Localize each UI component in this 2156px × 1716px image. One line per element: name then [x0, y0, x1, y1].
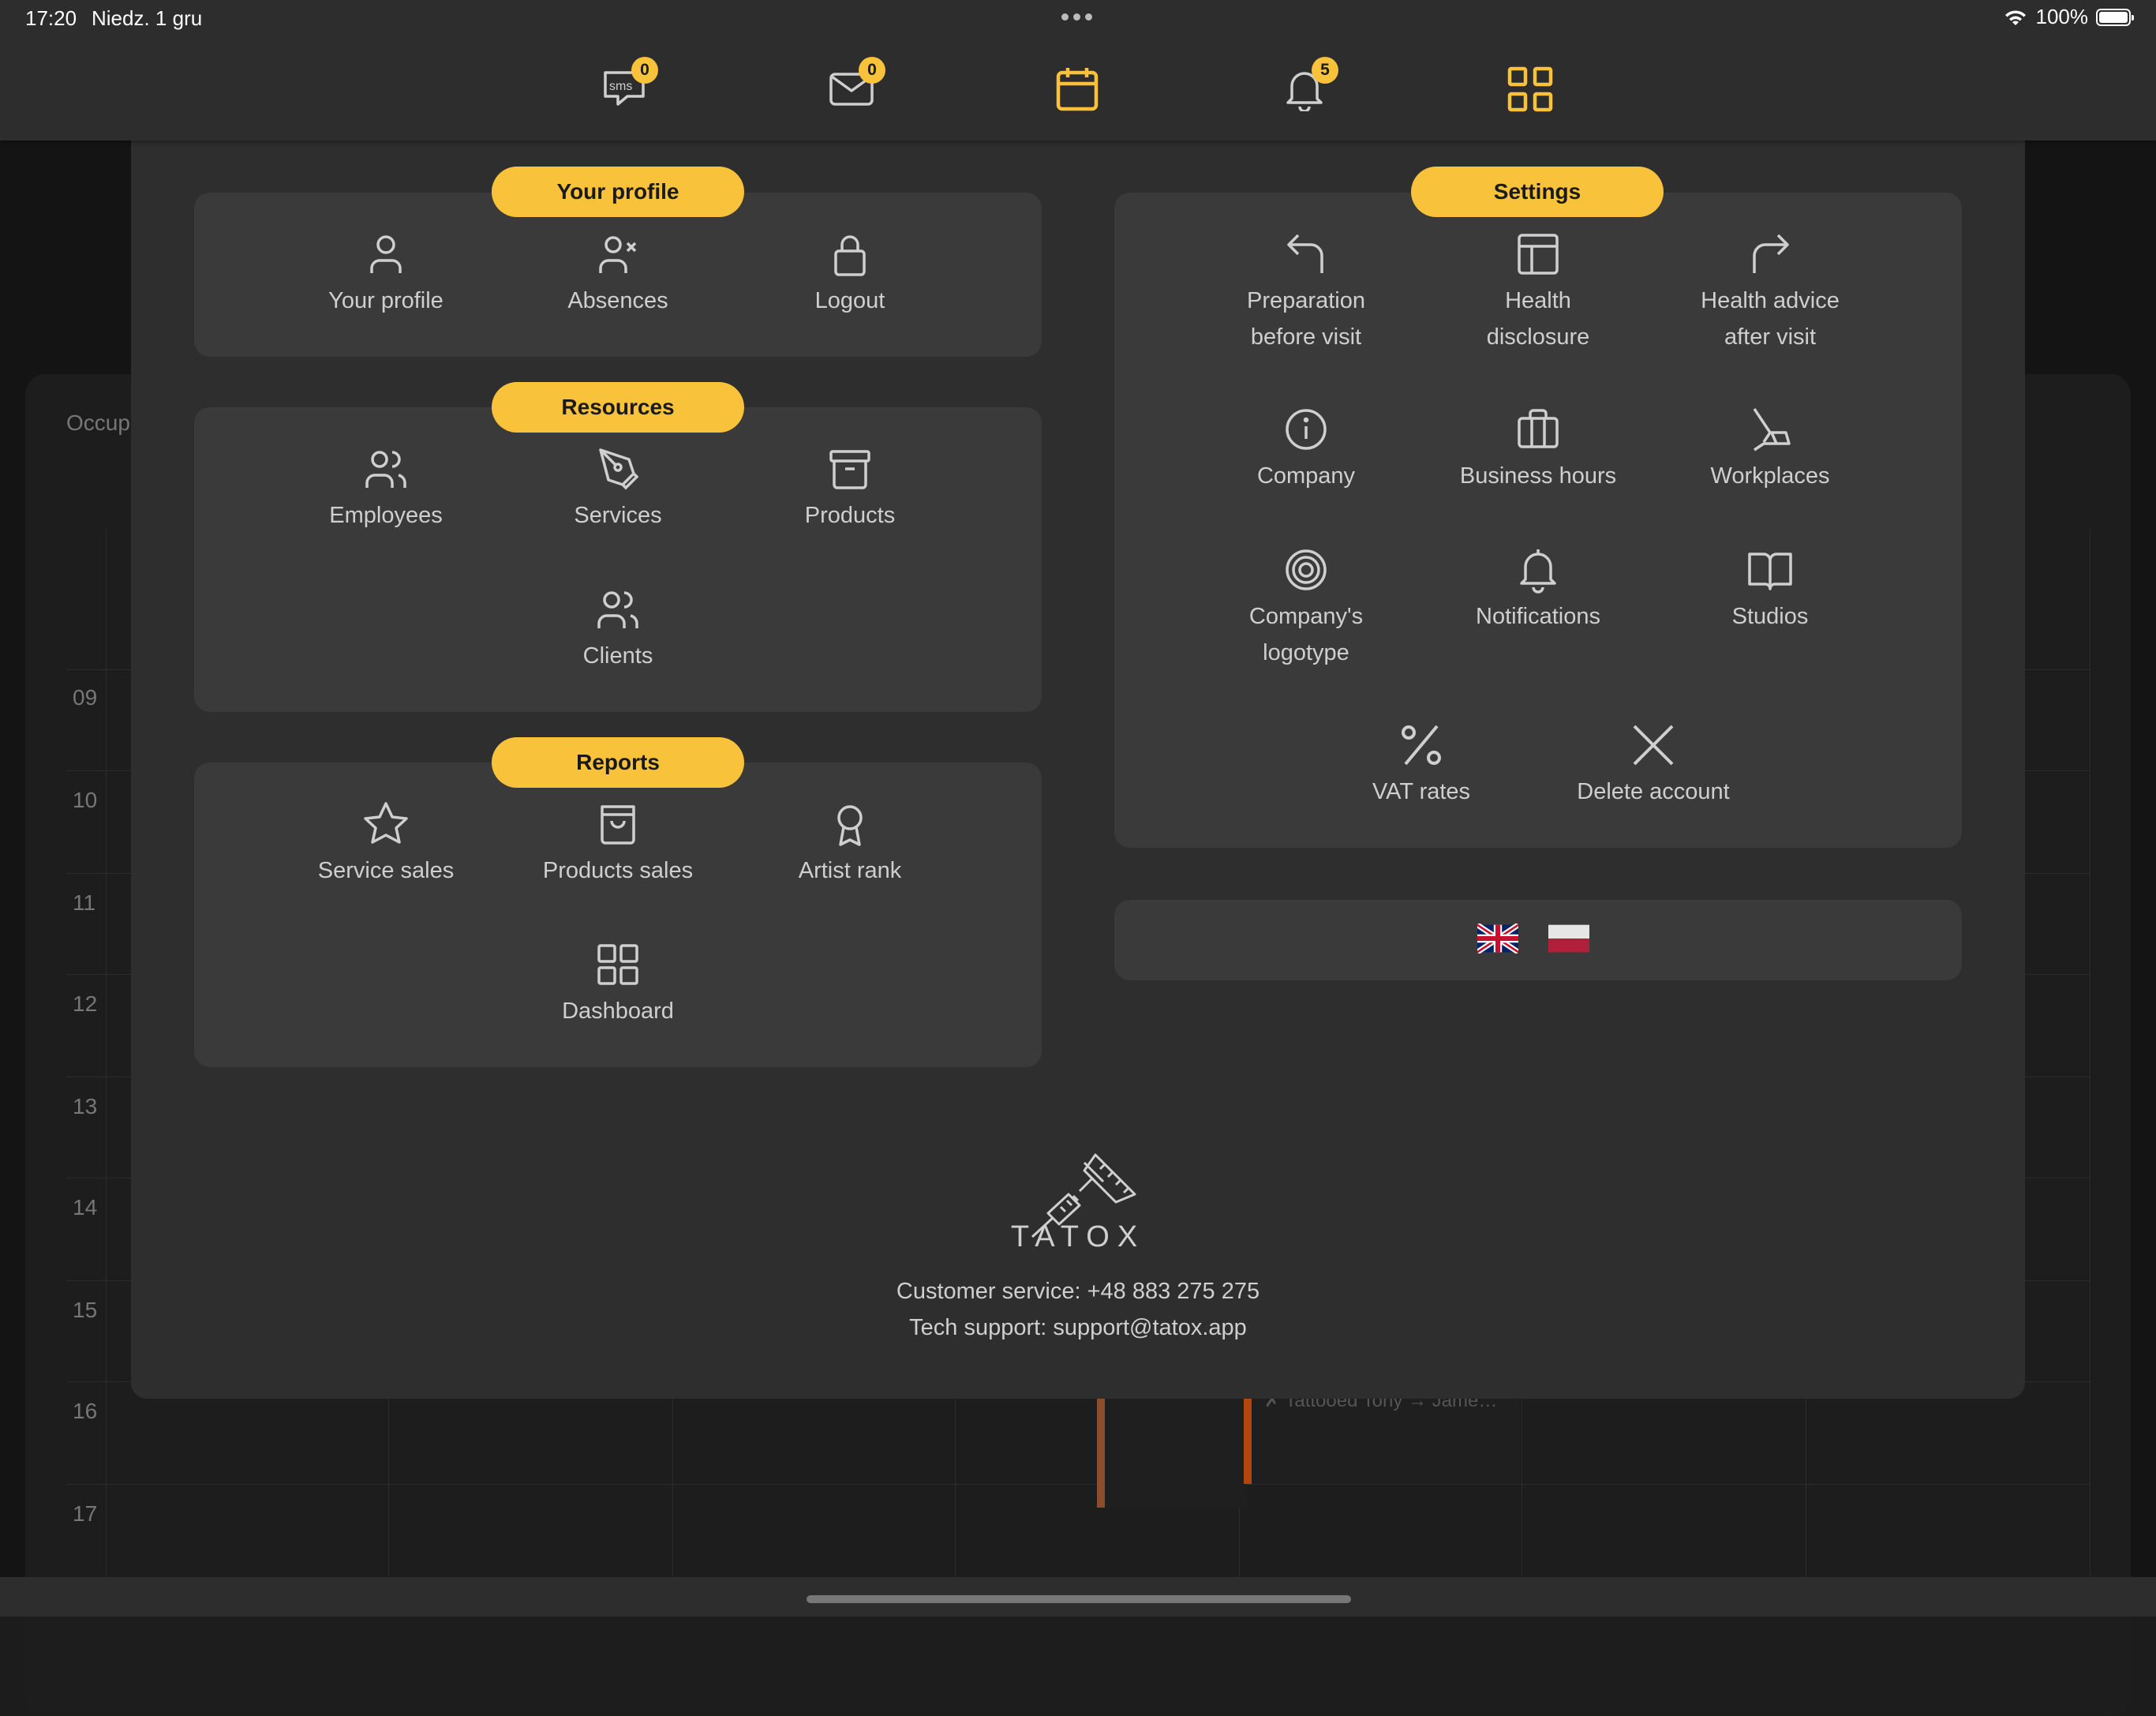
menu-item-business-hours[interactable]: Business hours	[1424, 404, 1653, 494]
menu-item-products-sales[interactable]: Products sales	[503, 799, 732, 889]
customer-service-text: Customer service: +48 883 275 275	[896, 1279, 1260, 1304]
battery-percent: 100%	[2035, 5, 2089, 28]
sms-badge: 0	[631, 57, 658, 84]
menu-item-delete-account[interactable]: Delete account	[1539, 720, 1768, 810]
mail-badge: 0	[859, 57, 885, 84]
menu-item-health-disclosure[interactable]: Health disclosure	[1424, 229, 1653, 355]
menu-item-dashboard[interactable]: Dashboard	[503, 939, 732, 1029]
users-icon	[365, 451, 406, 488]
percent-icon	[1402, 725, 1441, 766]
menu-item-label: VAT rates	[1372, 779, 1471, 804]
menu-item-label: Workplaces	[1710, 463, 1830, 489]
menu-item-label: Delete account	[1577, 779, 1730, 804]
info-icon	[1286, 409, 1327, 450]
settings-section-title: Settings	[1411, 167, 1664, 217]
user-icon	[370, 235, 402, 273]
menu-nav-button[interactable]	[1503, 62, 1558, 117]
menu-item-services[interactable]: Services	[503, 444, 732, 534]
svg-text:sms: sms	[609, 80, 632, 93]
menu-item-label: Your profile	[328, 288, 444, 313]
multitasking-dots-icon[interactable]	[1061, 13, 1092, 21]
grid-icon	[597, 944, 638, 985]
menu-item-label: Products	[804, 503, 896, 528]
status-date: Niedz. 1 gru	[92, 6, 203, 30]
award-icon	[837, 805, 863, 846]
notifications-badge: 5	[1312, 57, 1338, 84]
book-open-icon	[1748, 553, 1792, 590]
menu-item-label: Products sales	[542, 858, 694, 883]
menu-item-label: Absences	[567, 288, 668, 313]
menu-item-employees[interactable]: Employees	[271, 444, 500, 534]
menu-item-label: Company	[1256, 463, 1356, 489]
close-icon	[1633, 725, 1674, 766]
pen-tool-icon	[599, 448, 639, 490]
sms-nav-button[interactable]: sms 0	[597, 57, 658, 117]
menu-item-service-sales[interactable]: Service sales	[271, 799, 500, 889]
menu-item-label: Clients	[582, 643, 653, 669]
calendar-icon	[1056, 68, 1099, 111]
battery-icon	[2096, 8, 2134, 26]
corner-up-right-icon	[1753, 234, 1789, 273]
menu-item-label: Employees	[329, 503, 443, 528]
user-x-icon	[599, 236, 637, 273]
grid-icon	[1507, 66, 1553, 112]
resources-section-title: Resources	[492, 382, 744, 433]
menu-item-label: Artist rank	[798, 858, 902, 883]
menu-item-products[interactable]: Products	[736, 444, 964, 534]
menu-item-artist-rank[interactable]: Artist rank	[736, 799, 964, 889]
lock-icon	[834, 235, 866, 276]
profile-section-title: Your profile	[492, 167, 744, 217]
menu-item-logout[interactable]: Logout	[736, 229, 964, 319]
tech-support-text: Tech support: support@tatox.app	[909, 1315, 1247, 1340]
status-right: 100%	[2003, 5, 2134, 29]
reports-section-title: Reports	[492, 737, 744, 788]
bell-icon	[1520, 549, 1556, 594]
menu-item-label: Health disclosure	[1486, 288, 1590, 350]
layout-icon	[1518, 234, 1559, 275]
calendar-nav-button[interactable]	[1050, 62, 1105, 117]
menu-item-notifications[interactable]: Notifications	[1424, 545, 1653, 635]
brand-name: TATOX	[1010, 1220, 1146, 1253]
top-bar: 17:20 Niedz. 1 gru 100% sms 0 0 5	[0, 0, 2156, 141]
menu-item-company[interactable]: Company	[1192, 404, 1420, 494]
en-flag-icon[interactable]	[1477, 924, 1518, 954]
menu-item-label: Notifications	[1476, 604, 1600, 629]
target-icon	[1286, 549, 1327, 590]
wifi-icon	[2004, 9, 2026, 25]
menu-item-label: Health advice after visit	[1701, 288, 1840, 350]
menu-item-label: Logout	[814, 288, 885, 313]
shopping-bag-icon	[601, 805, 635, 845]
menu-item-studios[interactable]: Studios	[1656, 545, 1885, 635]
menu-item-label: Service sales	[317, 858, 455, 883]
menu-item-label: Preparation before visit	[1247, 288, 1365, 350]
menu-item-label: Company's logotype	[1248, 604, 1364, 665]
corner-up-left-icon	[1287, 234, 1323, 273]
menu-item-vat-rates[interactable]: VAT rates	[1307, 720, 1536, 810]
menu-item-absences[interactable]: Absences	[503, 229, 732, 319]
briefcase-icon	[1518, 409, 1559, 448]
mail-nav-button[interactable]: 0	[824, 57, 885, 117]
menu-item-label: Studios	[1731, 604, 1809, 629]
menu-item-clients[interactable]: Clients	[503, 584, 732, 674]
menu-item-health-advice-after-visit[interactable]: Health advice after visit	[1656, 229, 1885, 355]
star-icon	[364, 802, 408, 844]
archive-icon	[829, 450, 870, 489]
menu-item-label: Business hours	[1459, 463, 1617, 489]
main-menu-content: Your profile Your profile Absences Logou…	[0, 0, 2156, 1617]
menu-item-company-logotype[interactable]: Company's logotype	[1192, 545, 1420, 671]
menu-item-label: Dashboard	[562, 999, 674, 1024]
language-panel	[1114, 900, 1962, 980]
menu-item-workplaces[interactable]: Workplaces	[1656, 404, 1885, 494]
pl-flag-icon[interactable]	[1548, 924, 1589, 954]
notifications-nav-button[interactable]: 5	[1277, 57, 1338, 117]
menu-item-label: Services	[574, 503, 662, 528]
menu-item-preparation-before-visit[interactable]: Preparation before visit	[1192, 229, 1420, 355]
chair-icon	[1753, 408, 1791, 451]
menu-item-your-profile[interactable]: Your profile	[271, 229, 500, 319]
status-time: 17:20	[25, 6, 77, 30]
users-icon	[597, 591, 638, 628]
